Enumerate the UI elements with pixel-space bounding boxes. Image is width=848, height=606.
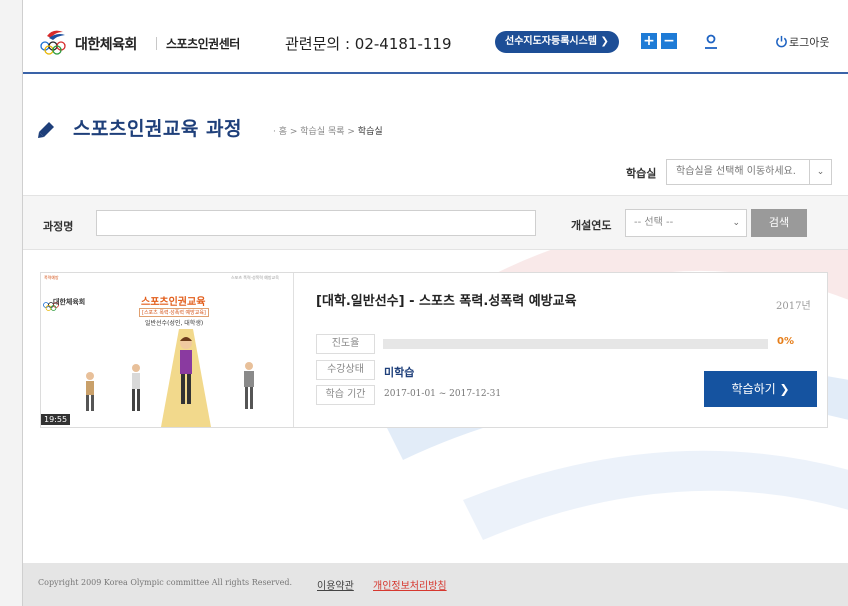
logout-button[interactable]: 로그아웃: [789, 34, 829, 50]
header-divider: [156, 37, 157, 50]
breadcrumb: · 홈 > 학습실 목록 > 학습실: [273, 124, 383, 137]
progress-percent: 0%: [777, 336, 794, 347]
contact-phone: 관련문의 : 02-4181-119: [285, 35, 452, 53]
privacy-policy-link[interactable]: 개인정보처리방침: [373, 577, 447, 592]
chevron-down-icon: ⌄: [809, 160, 831, 184]
start-learning-button[interactable]: 학습하기 ❯: [704, 371, 817, 407]
zoom-in-button[interactable]: +: [641, 33, 657, 49]
top-header: 대한체육회 스포츠인권센터 관련문의 : 02-4181-119 선수지도자등록…: [23, 0, 848, 74]
search-bar: 과정명 개설연도 -- 선택 -- ⌄ 검색: [23, 195, 848, 250]
breadcrumb-current: 학습실: [357, 127, 383, 137]
period-value: 2017-01-01 ~ 2017-12-31: [384, 389, 502, 399]
thumbnail-title: 스포츠인권교육: [141, 297, 206, 308]
status-value: 미학습: [384, 366, 415, 379]
course-year: 2017년: [776, 301, 811, 312]
figure-illustration: [132, 364, 140, 411]
breadcrumb-home[interactable]: · 홈 >: [273, 127, 300, 137]
figure-illustration: [86, 372, 94, 411]
period-label: 학습 기간: [316, 385, 375, 405]
org-name[interactable]: 대한체육회: [75, 34, 137, 54]
open-year-select-value: -- 선택 --: [634, 217, 674, 228]
chevron-down-icon: ⌄: [732, 218, 740, 228]
classroom-label: 학습실: [626, 167, 657, 180]
status-label: 수강상태: [316, 360, 375, 380]
thumbnail-subtitle: [스포츠 폭력·성폭력 예방교육]: [139, 308, 209, 317]
copyright-text: Copyright 2009 Korea Olympic committee A…: [38, 578, 293, 587]
course-title[interactable]: [대학.일반선수] - 스포츠 폭력.성폭력 예방교육: [316, 290, 577, 309]
open-year-select[interactable]: -- 선택 -- ⌄: [625, 209, 747, 237]
terms-link[interactable]: 이용약관: [317, 577, 354, 592]
korea-olympic-logo[interactable]: [39, 26, 73, 56]
course-name-label: 과정명: [43, 220, 74, 233]
thumbnail-org-name: 대한체육회: [53, 298, 86, 306]
page-title: 스포츠인권교육 과정: [73, 118, 242, 140]
course-name-input[interactable]: [96, 210, 536, 236]
athlete-registration-system-button[interactable]: 선수지도자등록시스템 ❯: [495, 31, 619, 53]
video-duration: 19:55: [41, 414, 71, 425]
figure-illustration: [244, 362, 254, 409]
open-year-label: 개설연도: [571, 219, 612, 232]
course-card: 폭력예방 스포츠 폭력·성폭력 예방교육 대한체육회 스포츠인권교육 [스포츠 …: [40, 272, 828, 428]
app-frame: 대한체육회 스포츠인권센터 관련문의 : 02-4181-119 선수지도자등록…: [22, 0, 848, 606]
footer: Copyright 2009 Korea Olympic committee A…: [23, 563, 848, 606]
center-name[interactable]: 스포츠인권센터: [166, 35, 240, 52]
thumbnail-top-right: 스포츠 폭력·성폭력 예방교육: [231, 275, 279, 280]
breadcrumb-list[interactable]: 학습실 목록 >: [300, 127, 358, 137]
classroom-select[interactable]: 학습실을 선택해 이동하세요. ⌄: [666, 159, 832, 185]
pencil-icon: [38, 122, 54, 138]
spotlight-illustration: [161, 329, 211, 427]
zoom-out-button[interactable]: −: [661, 33, 677, 49]
user-icon[interactable]: [703, 33, 719, 49]
progress-label: 진도율: [316, 334, 375, 354]
search-button[interactable]: 검색: [751, 209, 807, 237]
power-icon[interactable]: [775, 35, 788, 48]
progress-bar: [383, 339, 768, 349]
thumbnail-tag: 폭력예방: [44, 275, 59, 280]
thumbnail-header: 폭력예방 스포츠 폭력·성폭력 예방교육: [41, 273, 293, 283]
classroom-select-value: 학습실을 선택해 이동하세요.: [676, 166, 796, 177]
thumbnail-audience: 일반선수(성인, 대학생): [145, 320, 204, 327]
course-thumbnail[interactable]: 폭력예방 스포츠 폭력·성폭력 예방교육 대한체육회 스포츠인권교육 [스포츠 …: [41, 273, 294, 427]
